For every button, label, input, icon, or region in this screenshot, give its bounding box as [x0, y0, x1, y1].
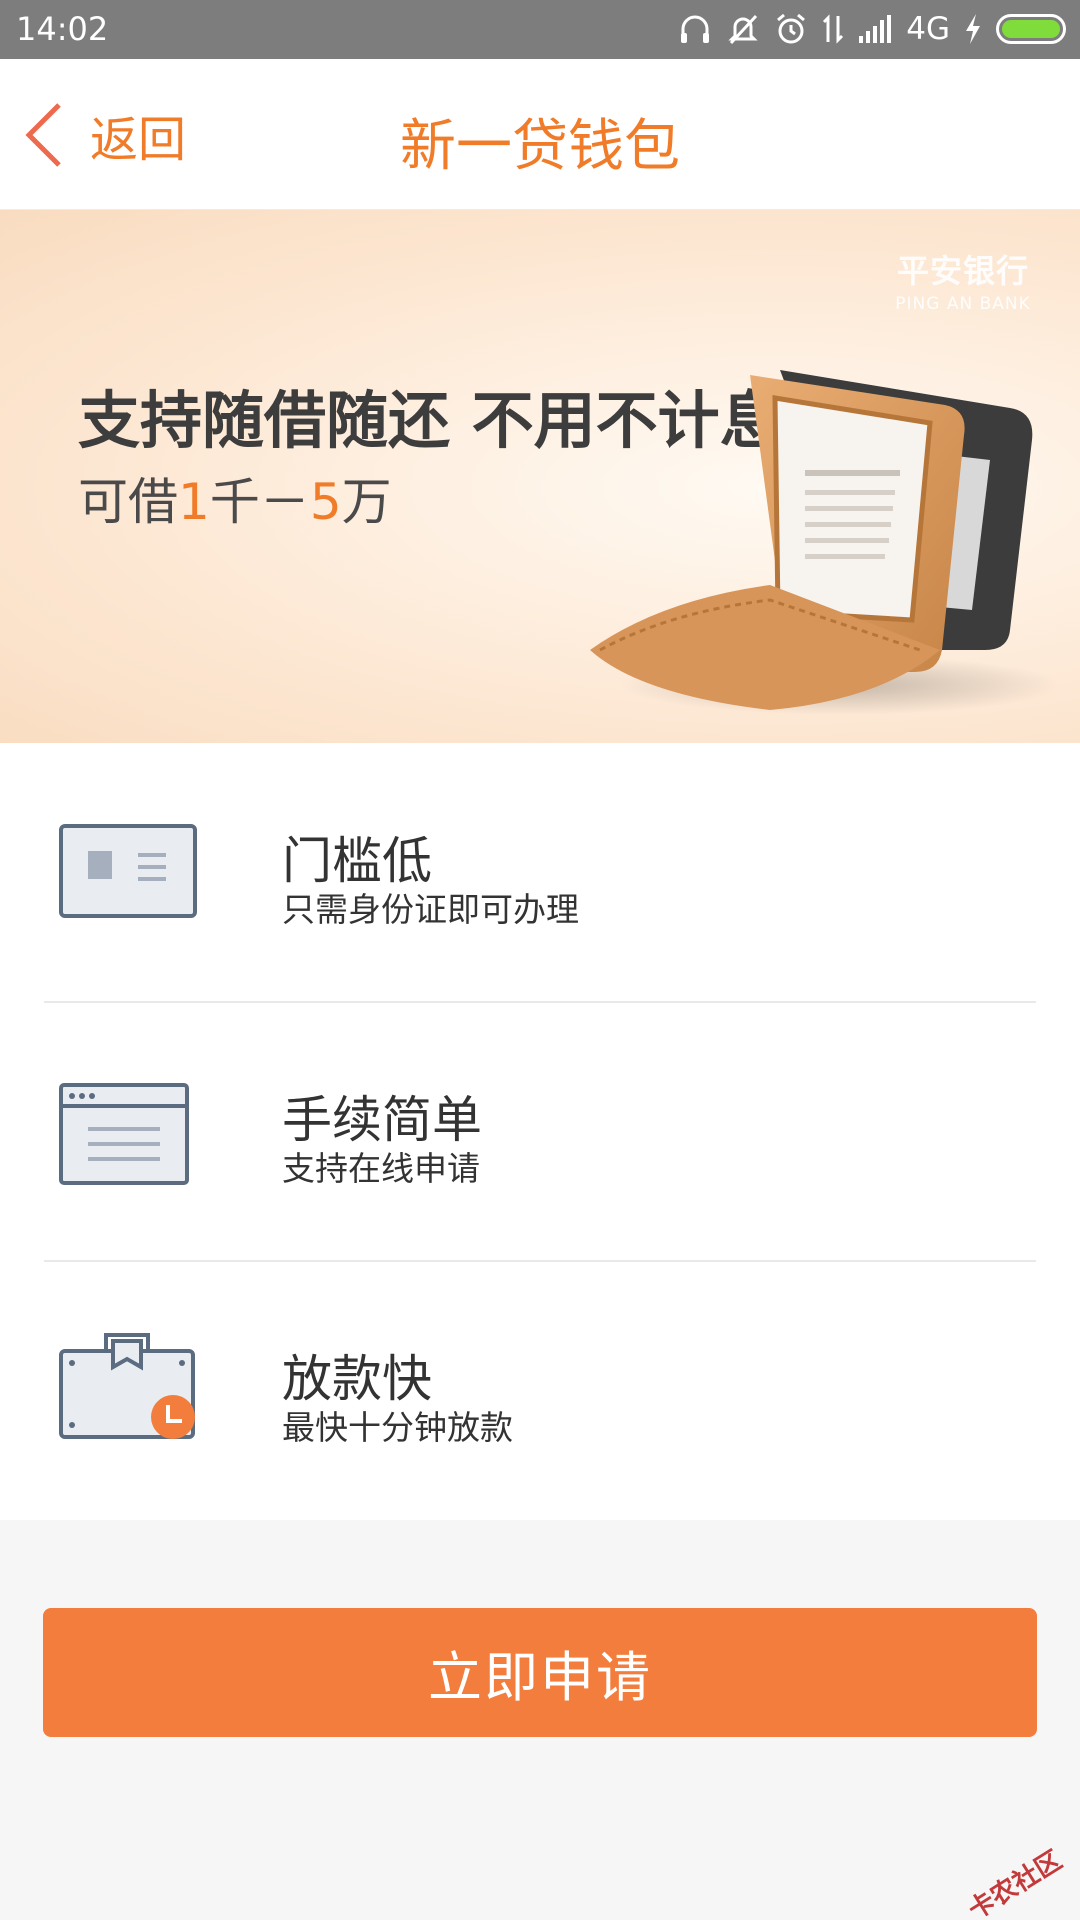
status-icons: 4G: [678, 8, 1066, 50]
bank-logo: 平安银行 PING AN BANK: [878, 246, 1048, 314]
promo-banner[interactable]: 平安银行 PING AN BANK 支持随借随还 不用不计息 可借1千－5万: [0, 210, 1080, 743]
silent-icon: [728, 14, 758, 45]
signal-icon: [859, 15, 892, 43]
bank-logo-cn: 平安银行: [896, 252, 1029, 290]
feature-list: 门槛低 只需身份证即可办理 手续简单 支持在线申请 放款快 最快十分钟放款: [0, 743, 1080, 1520]
banner-subtitle: 可借1千－5万: [78, 462, 392, 534]
feature-description: 支持在线申请: [282, 1149, 480, 1188]
feature-item-simple-process: 手续简单 支持在线申请: [0, 1002, 1080, 1261]
wallet-image: [590, 370, 1060, 715]
banner-amount-max: 5: [309, 473, 342, 531]
id-card-icon: [59, 824, 197, 918]
feature-item-low-threshold: 门槛低 只需身份证即可办理: [0, 743, 1080, 1002]
browser-window-icon: [59, 1083, 189, 1185]
status-bar: 14:02 4G: [0, 0, 1080, 59]
feature-item-fast-loan: 放款快 最快十分钟放款: [0, 1261, 1080, 1520]
status-time: 14:02: [16, 10, 109, 48]
network-type: 4G: [906, 11, 950, 47]
watermark-logo: 卡农社区: [963, 1845, 1068, 1920]
feature-description: 只需身份证即可办理: [282, 890, 579, 929]
bank-logo-en: PING AN BANK: [895, 294, 1031, 314]
apply-now-button[interactable]: 立即申请: [43, 1608, 1037, 1737]
briefcase-clock-icon: [59, 1333, 195, 1439]
banner-sub-suffix: 万: [341, 473, 392, 531]
page-title: 新一贷钱包: [400, 114, 680, 179]
headset-icon: [681, 15, 710, 43]
battery-fill: [1002, 20, 1060, 38]
data-transfer-icon: [823, 14, 844, 44]
alarm-icon: [777, 13, 806, 44]
banner-sub-middle: 千－: [209, 473, 310, 531]
battery-icon: [996, 14, 1066, 44]
charging-icon: [966, 14, 980, 44]
banner-sub-prefix: 可借: [78, 473, 178, 531]
nav-bar: 返回 新一贷钱包: [0, 59, 1080, 210]
feature-description: 最快十分钟放款: [282, 1408, 513, 1447]
banner-amount-min: 1: [178, 473, 210, 531]
